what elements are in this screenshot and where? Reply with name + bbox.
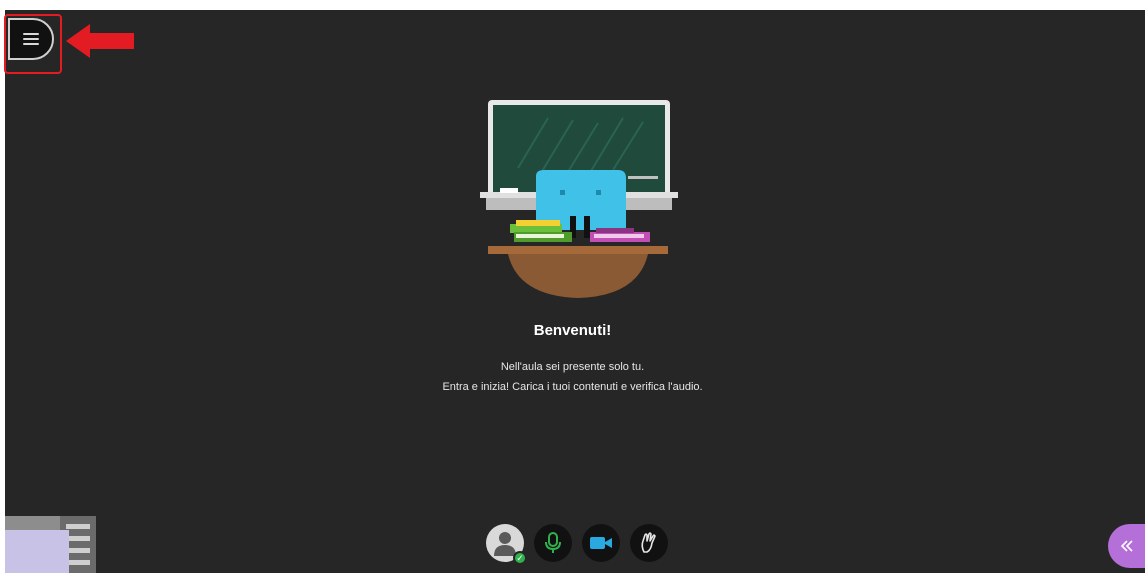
- double-chevron-left-icon: [1120, 540, 1133, 552]
- video-camera-icon: [590, 537, 612, 549]
- welcome-title: Benvenuti!: [533, 322, 612, 339]
- collaborate-panel-toggle[interactable]: [1108, 524, 1145, 568]
- red-arrow-left-icon: [66, 24, 134, 58]
- hamburger-menu-icon: [23, 30, 39, 48]
- raise-hand-button[interactable]: [630, 524, 668, 562]
- session-controls: ✓: [486, 524, 668, 565]
- welcome-message-line-2: Entra e inizia! Carica i tuoi contenuti …: [442, 381, 703, 393]
- raise-hand-icon: [641, 532, 656, 553]
- welcome-message-line-1: Nell'aula sei presente solo tu.: [500, 361, 645, 373]
- self-video-thumbnail[interactable]: [5, 516, 96, 573]
- microphone-icon: [545, 532, 561, 553]
- user-status-button[interactable]: ✓: [486, 524, 527, 565]
- video-blur-overlay: [5, 530, 69, 573]
- microphone-button[interactable]: [534, 524, 572, 562]
- status-check-icon: ✓: [513, 551, 527, 565]
- open-menu-button[interactable]: [8, 18, 54, 60]
- camera-button[interactable]: [582, 524, 620, 562]
- classroom-illustration: [480, 100, 678, 298]
- user-avatar-icon: [494, 532, 516, 556]
